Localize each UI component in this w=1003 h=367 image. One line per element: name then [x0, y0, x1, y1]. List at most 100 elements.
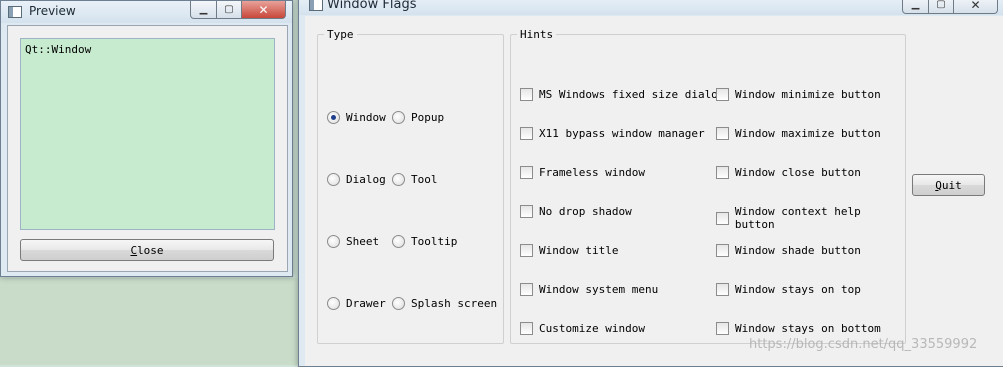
checkbox-label: Window close button — [735, 166, 861, 179]
radio-indicator — [392, 297, 405, 310]
close-icon: ✕ — [970, 0, 981, 12]
checkbox-indicator — [716, 211, 729, 225]
radio-popup[interactable]: Popup — [392, 111, 444, 124]
radio-sheet[interactable]: Sheet — [327, 235, 379, 248]
radio-window[interactable]: Window — [327, 111, 386, 124]
type-group-title: Type — [324, 28, 357, 41]
checkbox-label: Window maximize button — [735, 127, 881, 140]
checkbox-label: No drop shadow — [539, 205, 632, 218]
checkbox-window-maximize-button[interactable]: Window maximize button — [716, 127, 881, 140]
checkbox-window-title[interactable]: Window title — [520, 244, 618, 257]
checkbox-label: Window title — [539, 244, 619, 257]
checkbox-x11-bypass-window-manager[interactable]: X11 bypass window manager — [520, 127, 705, 140]
type-groupbox: Type Window Popup Dialog Tool Sheet Tool… — [317, 28, 504, 344]
maximize-button[interactable]: ▢ — [929, 0, 954, 14]
radio-tool[interactable]: Tool — [392, 173, 438, 186]
checkbox-indicator — [716, 166, 729, 179]
flags-titlebar[interactable]: Window Flags ▁ ▢ ✕ — [299, 0, 1003, 15]
maximize-button[interactable]: ▢ — [217, 1, 242, 19]
radio-label: Tooltip — [411, 235, 458, 248]
minimize-button[interactable]: ▁ — [190, 1, 217, 19]
close-button-label: Close — [130, 243, 164, 257]
checkbox-indicator — [520, 88, 533, 101]
preview-window: Preview ▁ ▢ ✕ Qt::Window Close — [0, 0, 293, 277]
radio-label: Popup — [411, 111, 445, 124]
radio-indicator — [392, 111, 405, 124]
checkbox-window-context-help-button[interactable]: Window context help button — [716, 205, 905, 231]
checkbox-label: MS Windows fixed size dialog — [539, 88, 725, 101]
window-icon[interactable] — [309, 0, 323, 11]
checkbox-indicator — [716, 244, 729, 257]
preview-text-area[interactable]: Qt::Window — [20, 38, 275, 230]
radio-indicator — [392, 235, 405, 248]
checkbox-label: Window stays on top — [735, 283, 861, 296]
quit-button-label: Quit — [935, 178, 962, 192]
radio-label: Splash screen — [411, 297, 498, 310]
checkbox-indicator — [716, 88, 729, 101]
radio-indicator — [327, 235, 340, 248]
checkbox-indicator — [520, 127, 533, 140]
checkbox-label: Window system menu — [539, 283, 659, 296]
radio-indicator — [327, 173, 340, 186]
checkbox-indicator — [520, 166, 533, 179]
checkbox-window-minimize-button[interactable]: Window minimize button — [716, 88, 881, 101]
close-window-button[interactable]: ✕ — [954, 0, 998, 14]
checkbox-label: Window minimize button — [735, 88, 881, 101]
checkbox-label: Window shade button — [735, 244, 861, 257]
checkbox-frameless-window[interactable]: Frameless window — [520, 166, 645, 179]
checkbox-window-shade-button[interactable]: Window shade button — [716, 244, 861, 257]
close-icon: ✕ — [258, 2, 269, 17]
checkbox-no-drop-shadow[interactable]: No drop shadow — [520, 205, 632, 218]
checkbox-window-system-menu[interactable]: Window system menu — [520, 283, 658, 296]
radio-label: Drawer — [346, 297, 386, 310]
radio-label: Sheet — [346, 235, 380, 248]
hints-groupbox: Hints MS Windows fixed size dialog X11 b… — [510, 28, 906, 344]
radio-dialog[interactable]: Dialog — [327, 173, 386, 186]
quit-button[interactable]: Quit — [912, 174, 985, 196]
close-button[interactable]: Close — [20, 239, 274, 261]
window-flags-window: Window Flags ▁ ▢ ✕ Type Window Popup Dia… — [298, 0, 1003, 367]
minimize-icon: ▁ — [199, 4, 208, 15]
preview-text: Qt::Window — [25, 43, 92, 56]
flags-title: Window Flags — [327, 0, 417, 12]
checkbox-label: Window context help button — [734, 205, 861, 231]
hints-group-title: Hints — [517, 28, 557, 41]
checkbox-indicator — [520, 244, 533, 257]
checkbox-label: Window stays on bottom — [735, 322, 881, 335]
minimize-icon: ▁ — [911, 0, 920, 10]
radio-indicator — [327, 297, 340, 310]
radio-drawer[interactable]: Drawer — [327, 297, 386, 310]
checkbox-indicator — [520, 283, 533, 296]
radio-indicator — [392, 173, 405, 186]
maximize-icon: ▢ — [936, 0, 946, 10]
checkbox-label: X11 bypass window manager — [539, 127, 705, 140]
checkbox-indicator — [520, 205, 533, 218]
radio-splash-screen[interactable]: Splash screen — [392, 297, 497, 310]
checkbox-indicator — [716, 283, 729, 296]
preview-client-area: Qt::Window Close — [7, 25, 288, 272]
preview-title: Preview — [29, 4, 76, 18]
checkbox-indicator — [716, 127, 729, 140]
radio-indicator — [327, 111, 340, 124]
checkbox-label: Customize window — [539, 322, 645, 335]
flags-client-area: Type Window Popup Dialog Tool Sheet Tool… — [305, 16, 1003, 366]
minimize-button[interactable]: ▁ — [902, 0, 929, 14]
radio-label: Tool — [411, 173, 438, 186]
checkbox-window-stays-on-top[interactable]: Window stays on top — [716, 283, 861, 296]
checkbox-window-close-button[interactable]: Window close button — [716, 166, 861, 179]
radio-label: Dialog — [346, 173, 386, 186]
checkbox-label: Frameless window — [539, 166, 645, 179]
checkbox-ms-windows-fixed-size-dialog[interactable]: MS Windows fixed size dialog — [520, 88, 724, 101]
radio-tooltip[interactable]: Tooltip — [392, 235, 457, 248]
watermark-text: https://blog.csdn.net/qq_33559992 — [749, 337, 978, 352]
window-icon[interactable] — [8, 6, 22, 18]
maximize-icon: ▢ — [224, 4, 234, 15]
checkbox-indicator — [520, 322, 533, 335]
checkbox-indicator — [716, 322, 729, 335]
close-window-button[interactable]: ✕ — [242, 1, 286, 19]
checkbox-customize-window[interactable]: Customize window — [520, 322, 645, 335]
desktop-background — [0, 278, 300, 365]
radio-label: Window — [346, 111, 386, 124]
checkbox-window-stays-on-bottom[interactable]: Window stays on bottom — [716, 322, 881, 335]
preview-titlebar[interactable]: Preview ▁ ▢ ✕ — [1, 1, 292, 23]
